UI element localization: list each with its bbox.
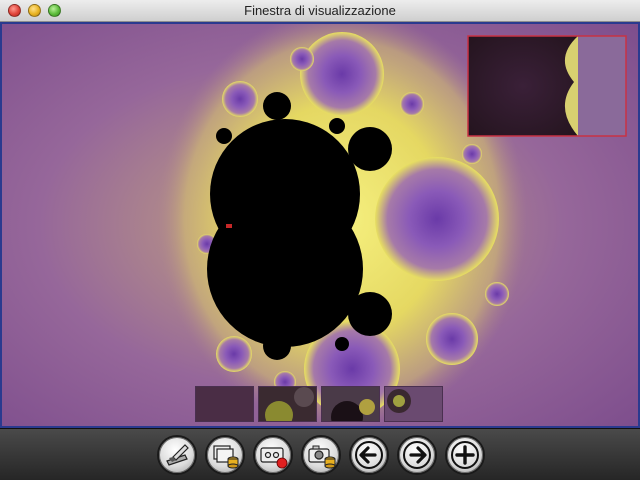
fractal-bulb <box>290 47 314 71</box>
history-thumbnail[interactable] <box>321 386 380 422</box>
history-thumbnail[interactable] <box>384 386 443 422</box>
brush-palette-icon <box>166 444 189 466</box>
history-thumbnail[interactable] <box>258 386 317 422</box>
record-button[interactable] <box>253 435 293 475</box>
camera-save-button[interactable] <box>301 435 341 475</box>
app-window: Finestra di visualizzazione <box>0 0 640 480</box>
fractal-canvas[interactable] <box>0 22 640 428</box>
plus-icon <box>451 441 479 469</box>
focus-marker <box>226 224 232 228</box>
forward-button[interactable] <box>397 435 437 475</box>
fractal-bulb <box>462 144 482 164</box>
back-button[interactable] <box>349 435 389 475</box>
fractal-bulb <box>222 81 258 117</box>
preview-window[interactable] <box>467 35 627 137</box>
fractal-bulb <box>426 313 478 365</box>
bottom-toolbar <box>0 428 640 480</box>
arrow-right-icon <box>403 441 431 469</box>
edit-palette-button[interactable] <box>157 435 197 475</box>
tape-record-icon <box>260 447 288 469</box>
mandelbrot-render <box>2 24 638 426</box>
fractal-bulb <box>375 157 499 281</box>
window-title: Finestra di visualizzazione <box>244 3 396 18</box>
windows-database-icon <box>213 445 239 469</box>
title-bar[interactable]: Finestra di visualizzazione <box>0 0 640 22</box>
arrow-left-icon <box>355 441 383 469</box>
zoom-in-button[interactable] <box>445 435 485 475</box>
camera-database-icon <box>308 445 336 469</box>
fractal-bulb <box>216 336 252 372</box>
fractal-bulb <box>485 282 509 306</box>
fractal-bulb <box>400 92 424 116</box>
fractal-bulb <box>300 32 384 116</box>
history-thumbnail[interactable] <box>195 386 254 422</box>
save-view-button[interactable] <box>205 435 245 475</box>
